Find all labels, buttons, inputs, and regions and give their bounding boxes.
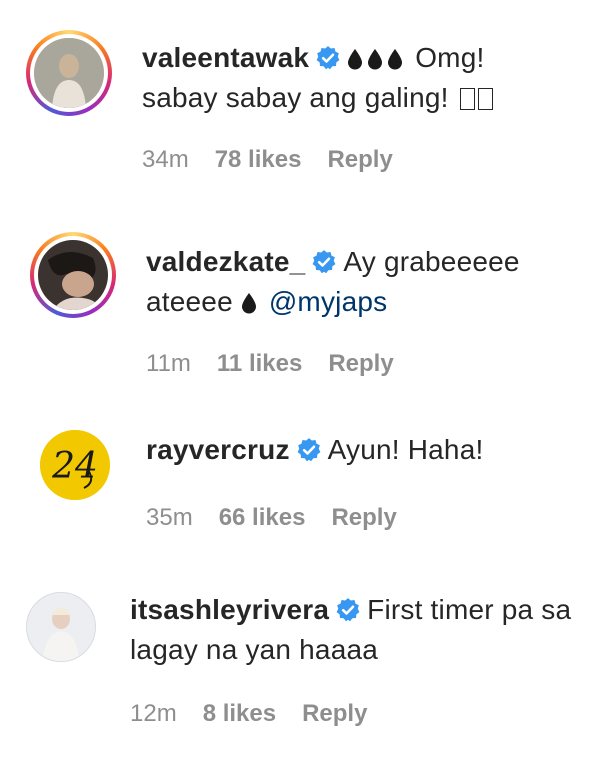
username[interactable]: rayvercruz: [146, 434, 290, 465]
comment-text: valeentawak Omg! sabay sabay ang galing!: [142, 38, 582, 118]
avatar[interactable]: 24: [40, 430, 110, 500]
avatar-photo: [38, 240, 108, 310]
drop-emoji-icon: [348, 49, 363, 70]
comment-body: First timer pa sa: [367, 594, 572, 625]
comment-body: Omg!: [415, 42, 485, 73]
missing-glyph-box: [459, 88, 475, 110]
avatar[interactable]: [26, 30, 112, 116]
likes-count[interactable]: 11 likes: [217, 350, 302, 377]
likes-count[interactable]: 8 likes: [203, 700, 276, 727]
avatar-photo: 24: [40, 430, 110, 500]
avatar[interactable]: [30, 232, 116, 318]
username[interactable]: itsashleyrivera: [130, 594, 329, 625]
comment-body: Ayun! Haha!: [327, 434, 484, 465]
reply-button[interactable]: Reply: [327, 146, 392, 173]
drop-emoji-icon: [241, 293, 256, 314]
comment-meta: 11m 11 likes Reply: [146, 350, 420, 378]
comment-meta: 34m 78 likes Reply: [142, 146, 419, 174]
reply-button[interactable]: Reply: [302, 700, 367, 727]
comment-text: valdezkate_ Ay grabeeeee ateeee @myjaps: [146, 242, 576, 322]
verified-badge-icon: [336, 598, 360, 622]
timestamp: 11m: [146, 350, 191, 377]
comment-body-line2: lagay na yan haaaa: [130, 634, 379, 665]
username[interactable]: valdezkate_: [146, 246, 305, 277]
verified-badge-icon: [316, 46, 340, 70]
likes-count[interactable]: 66 likes: [219, 504, 306, 531]
mention-link[interactable]: @myjaps: [269, 286, 388, 317]
reply-button[interactable]: Reply: [328, 350, 393, 377]
avatar[interactable]: [26, 592, 96, 662]
comment-text: rayvercruz Ayun! Haha!: [146, 430, 576, 470]
comment-item-itsashleyrivera: itsashleyrivera First timer pa sa lagay n…: [0, 570, 600, 758]
comment-item-valeentawak: valeentawak Omg! sabay sabay ang galing!…: [0, 0, 600, 190]
comment-meta: 35m 66 likes Reply: [146, 504, 423, 532]
reply-button[interactable]: Reply: [331, 504, 396, 531]
comment-body-line2: ateeee: [146, 286, 233, 317]
comment-item-valdezkate: valdezkate_ Ay grabeeeee ateeee @myjaps 1…: [0, 200, 600, 390]
timestamp: 35m: [146, 504, 193, 531]
avatar-photo: [34, 38, 104, 108]
timestamp: 12m: [130, 700, 177, 727]
comment-body-line2: sabay sabay ang galing!: [142, 82, 449, 113]
avatar-photo: [27, 593, 95, 661]
drop-emoji-icon: [368, 49, 383, 70]
verified-badge-icon: [313, 250, 336, 274]
verified-badge-icon: [297, 438, 321, 462]
timestamp: 34m: [142, 146, 189, 173]
comment-item-rayvercruz: 24 rayvercruz Ayun! Haha! 35m 66 likes Repl…: [0, 400, 600, 550]
comment-text: itsashleyrivera First timer pa sa lagay n…: [130, 590, 590, 670]
comment-body: Ay grabeeeee: [343, 246, 520, 277]
username[interactable]: valeentawak: [142, 42, 309, 73]
comment-meta: 12m 8 likes Reply: [130, 700, 393, 728]
drop-emoji-icon: [388, 49, 403, 70]
likes-count[interactable]: 78 likes: [215, 146, 302, 173]
missing-glyph-box: [477, 88, 493, 110]
